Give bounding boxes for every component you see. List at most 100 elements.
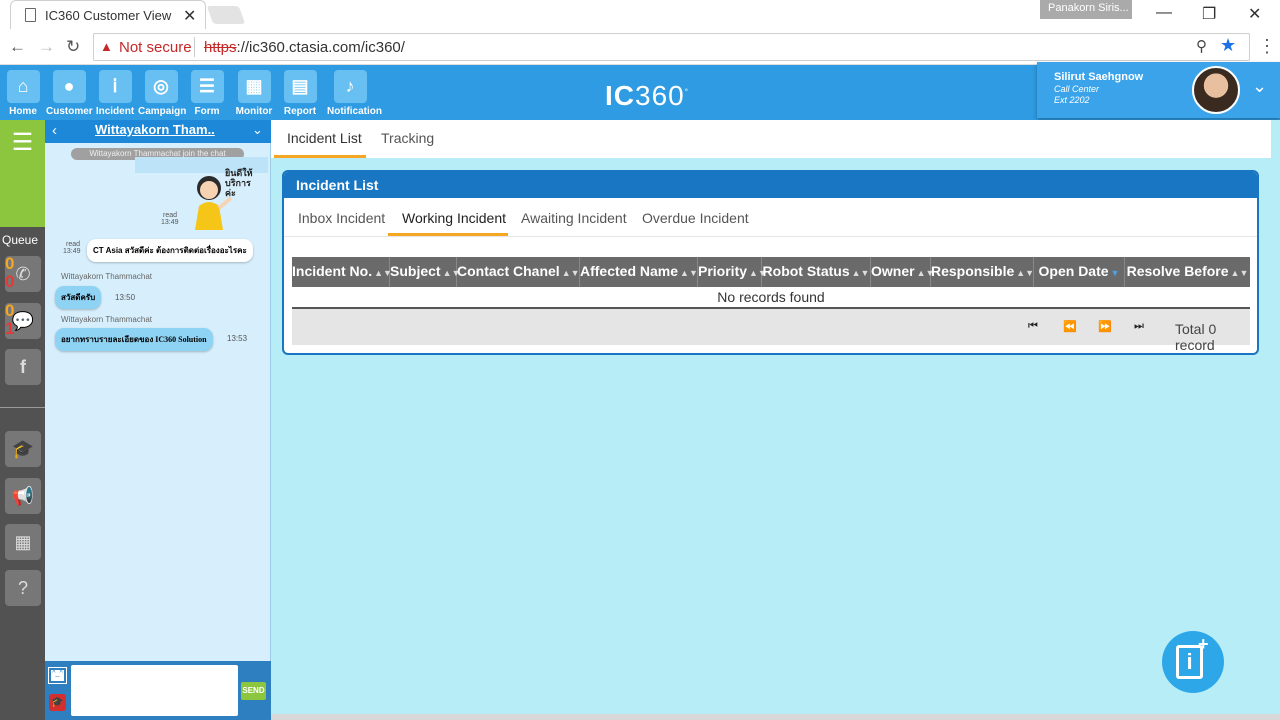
minimize-icon[interactable]: — xyxy=(1156,4,1172,22)
pagination: ⏮ ⏪ ⏩ ⏭ Total 0 record xyxy=(292,309,1250,353)
chat-header: ‹ Wittayakorn Tham.. ⌄ xyxy=(45,120,271,143)
greeting-sticker: ยินดีให้บริการค่ะ xyxy=(189,168,257,230)
tab-incident-list[interactable]: Incident List xyxy=(287,130,362,146)
column-header[interactable]: Subject ▲▼ xyxy=(390,257,460,287)
module-report[interactable]: ▤ Report xyxy=(277,70,323,117)
profile-name[interactable]: Panakorn Siris... xyxy=(1040,0,1132,19)
chat-contact-name[interactable]: Wittayakorn Tham.. xyxy=(95,122,215,137)
user-name: Silirut Saehgnow xyxy=(1054,71,1144,83)
url-input[interactable]: ▲ Not secure https://ic360.ctasia.com/ic… xyxy=(93,33,1250,61)
sort-desc-icon: ▼ xyxy=(1110,268,1120,278)
emoji-icon[interactable]: ^_^ xyxy=(48,667,67,684)
home-icon: ⌂ xyxy=(6,70,40,103)
column-label: Affected Name xyxy=(580,263,679,279)
column-header[interactable]: Robot Status ▲▼ xyxy=(762,257,871,287)
chat-panel: ‹ Wittayakorn Tham.. ⌄ Wittayakorn Thamm… xyxy=(45,120,271,720)
tab-inbox-incident[interactable]: Inbox Incident xyxy=(298,210,385,226)
address-bar-row: ← → ↻ ▲ Not secure https://ic360.ctasia.… xyxy=(0,29,1280,65)
avatar[interactable] xyxy=(1192,66,1240,114)
user-profile-box[interactable]: Silirut Saehgnow Call Center Ext 2202 ⌄ xyxy=(1037,62,1280,118)
reload-icon[interactable]: ↻ xyxy=(66,37,80,57)
chat-message-input[interactable] xyxy=(71,665,238,716)
module-form[interactable]: ☰ Form xyxy=(184,70,230,117)
incident-icon: ⅰ xyxy=(98,70,132,103)
queue-label: Queue xyxy=(2,233,39,247)
bookmark-star-icon[interactable]: ★ xyxy=(1220,35,1236,56)
module-notification[interactable]: ♪ Notification xyxy=(327,70,382,117)
forward-icon[interactable]: → xyxy=(38,37,55,57)
tab-awaiting-incident[interactable]: Awaiting Incident xyxy=(521,210,627,226)
tab-overdue-incident[interactable]: Overdue Incident xyxy=(642,210,749,226)
column-header[interactable]: Resolve Before ▲▼ xyxy=(1125,257,1250,287)
not-secure-label[interactable]: Not secure xyxy=(119,39,192,56)
column-header[interactable]: Open Date ▼ xyxy=(1034,257,1125,287)
module-label: Form xyxy=(194,106,220,117)
warning-icon: ▲ xyxy=(100,39,113,54)
chevron-down-icon[interactable]: ⌄ xyxy=(252,122,263,138)
module-home[interactable]: ⌂ Home xyxy=(0,70,46,117)
chevron-down-icon[interactable]: ⌄ xyxy=(1252,76,1267,97)
monitor-icon: ▦ xyxy=(237,70,271,103)
column-label: Subject xyxy=(390,263,441,279)
column-header[interactable]: Affected Name ▲▼ xyxy=(580,257,698,287)
url-scheme: https xyxy=(204,39,237,56)
hamburger-menu-icon[interactable]: ☰ xyxy=(0,120,45,227)
column-header[interactable]: Priority ▲▼ xyxy=(698,257,767,287)
agent-message-bubble: CT Asia สวัสดีค่ะ ต้องการติดต่อเรื่องอะไ… xyxy=(87,239,253,262)
column-label: Priority xyxy=(698,263,748,279)
total-records: Total 0 record xyxy=(1175,321,1217,353)
sort-icon: ▲▼ xyxy=(851,268,870,278)
column-label: Owner xyxy=(871,263,915,279)
column-header[interactable]: Owner ▲▼ xyxy=(871,257,934,287)
create-incident-button[interactable]: i + xyxy=(1162,631,1224,693)
last-page-icon[interactable]: ⏭ xyxy=(1134,320,1144,333)
first-page-icon[interactable]: ⏮ xyxy=(1028,320,1038,333)
module-incident[interactable]: ⅰ Incident xyxy=(92,70,138,117)
graduation-cap-icon[interactable]: 🎓 xyxy=(5,431,41,467)
back-icon[interactable]: ← xyxy=(9,37,26,57)
module-customer[interactable]: ● Customer xyxy=(46,70,93,117)
sort-icon: ▲▼ xyxy=(1016,268,1035,278)
browser-tab-title: IC360 Customer View xyxy=(45,8,172,23)
restore-icon[interactable]: ❐ xyxy=(1202,4,1216,24)
calendar-icon[interactable]: ▦ xyxy=(5,524,41,560)
bottom-scrollbar[interactable] xyxy=(271,714,1280,720)
megaphone-icon[interactable]: 📢 xyxy=(5,478,41,514)
sender-name: Wittayakorn Thammachat xyxy=(61,272,152,281)
tab-working-incident[interactable]: Working Incident xyxy=(402,210,506,226)
zoom-icon[interactable]: ⚲ xyxy=(1196,37,1207,55)
back-chevron-icon[interactable]: ‹ xyxy=(52,122,57,139)
column-label: Responsible xyxy=(931,263,1015,279)
phone-icon: ✆ xyxy=(15,264,31,284)
browser-menu-icon[interactable]: ⋮ xyxy=(1258,36,1276,57)
new-tab-button[interactable] xyxy=(206,6,246,24)
browser-tab[interactable]: IC360 Customer View ✕ xyxy=(10,0,206,29)
previous-page-icon[interactable]: ⏪ xyxy=(1063,320,1077,333)
active-tab-indicator xyxy=(274,155,366,158)
window-close-icon[interactable]: ✕ xyxy=(1248,4,1261,24)
next-page-icon[interactable]: ⏩ xyxy=(1098,320,1112,333)
card-title: Incident List xyxy=(284,172,1257,198)
facebook-icon[interactable]: f xyxy=(5,349,41,385)
url-text: https://ic360.ctasia.com/ic360/ xyxy=(204,39,405,56)
form-icon: ☰ xyxy=(190,70,224,103)
message-time: 13:49 xyxy=(63,248,81,255)
module-campaign[interactable]: ◎ Campaign xyxy=(138,70,186,117)
column-label: Open Date xyxy=(1038,263,1109,279)
main-content: Incident List Tracking Incident List Inb… xyxy=(271,120,1280,720)
close-tab-icon[interactable]: ✕ xyxy=(183,6,196,26)
module-label: Notification xyxy=(327,106,382,117)
chat-bubble-icon: 💬 xyxy=(11,311,35,331)
sticker-text: ยินดีให้บริการค่ะ xyxy=(225,168,253,198)
tab-tracking[interactable]: Tracking xyxy=(381,130,434,146)
help-icon[interactable]: ? xyxy=(5,570,41,606)
sort-icon: ▲▼ xyxy=(561,268,580,278)
module-label: Customer xyxy=(46,106,93,117)
module-monitor[interactable]: ▦ Monitor xyxy=(231,70,277,117)
template-icon[interactable]: 🎓 xyxy=(49,694,66,711)
send-button[interactable]: SEND xyxy=(241,682,266,700)
column-header[interactable]: Contact Chanel ▲▼ xyxy=(457,257,580,287)
column-header[interactable]: Responsible ▲▼ xyxy=(931,257,1034,287)
column-header[interactable]: Incident No. ▲▼ xyxy=(292,257,392,287)
column-label: Robot Status xyxy=(762,263,850,279)
